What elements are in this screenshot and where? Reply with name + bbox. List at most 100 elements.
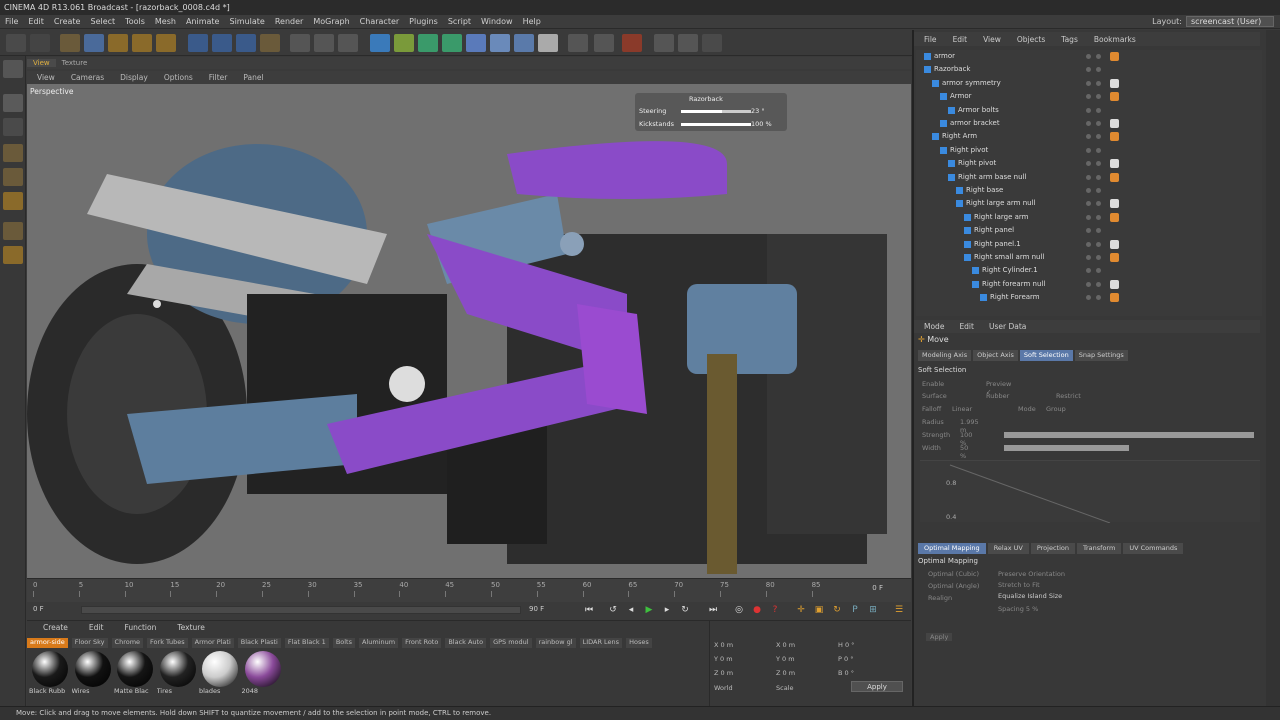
object-name[interactable]: armor [934,50,955,63]
timeline-menu-icon[interactable]: ☰ [892,603,906,617]
object-name[interactable]: armor bracket [950,117,1000,130]
spline-icon[interactable] [394,34,414,52]
y-axis-icon[interactable] [212,34,232,52]
record-keys-icon[interactable]: ◎ [732,603,746,617]
rotate-icon[interactable] [132,34,152,52]
uv-apply-button[interactable]: Apply [926,633,953,641]
visibility-render-dot[interactable] [1096,161,1101,167]
plugin-icon[interactable] [678,34,698,52]
pla-key-icon[interactable]: ⊞ [866,603,880,617]
object-tag-icon[interactable] [1110,253,1119,262]
object-tag-icon[interactable] [1110,212,1119,222]
vp-menu-options[interactable]: Options [154,73,199,82]
object-tag-icon[interactable] [1110,132,1119,142]
visibility-render-dot[interactable] [1096,174,1101,180]
coord-row-x[interactable]: X 0 m X 0 m H 0 ° [714,641,900,649]
obj-menu-tags[interactable]: Tags [1051,35,1084,44]
edges-mode-icon[interactable] [3,168,23,186]
menu-character[interactable]: Character [355,17,405,26]
attr-menu-userdata[interactable]: User Data [979,322,1031,331]
menu-render[interactable]: Render [270,17,308,26]
surface-row[interactable]: Surface Rubber Restrict [922,392,1081,400]
coord-rot-h[interactable]: H 0 ° [838,641,900,649]
object-tree-row[interactable]: armor symmetry [916,77,1262,90]
rotation-key-icon[interactable]: ↻ [830,603,844,617]
object-tree-row[interactable]: Right large arm [916,211,1262,224]
menu-edit[interactable]: Edit [23,17,49,26]
obj-menu-edit[interactable]: Edit [943,35,974,44]
material-swatch[interactable]: Matte Blac [114,651,156,699]
material-swatch[interactable]: Black Rubb [29,651,71,699]
object-name[interactable]: Right small arm null [974,251,1044,264]
floor-icon[interactable] [490,34,510,52]
param-key-icon[interactable]: P [848,603,862,617]
mat-menu-edit[interactable]: Edit [73,623,109,635]
enable-row[interactable]: Enable Preview ✓ [922,380,1011,396]
coord-rot-p[interactable]: P 0 ° [838,655,900,663]
make-editable-icon[interactable] [3,60,23,78]
3d-viewport[interactable]: Perspective Razorback Steering 23 ° Kick… [27,84,911,578]
optimal-cubic-radio[interactable]: Optimal (Cubic) [928,570,979,578]
width-field[interactable]: 50 % [960,444,968,460]
object-tree-row[interactable]: Right large arm null [916,197,1262,210]
object-tree-row[interactable]: Right pivot [916,144,1262,157]
visibility-editor-dot[interactable] [1086,268,1091,274]
visibility-editor-dot[interactable] [1086,201,1091,207]
falloff-graph[interactable]: 0.8 0.4 [920,460,1260,523]
object-tag-icon[interactable] [1110,239,1119,249]
material-tab[interactable]: Floor Sky [71,638,108,648]
visibility-editor-dot[interactable] [1086,147,1091,153]
material-tab[interactable]: GPS modul [490,638,532,648]
object-name[interactable]: Right large arm [974,211,1029,224]
mat-menu-function[interactable]: Function [108,623,161,635]
object-name[interactable]: Armor bolts [958,104,999,117]
visibility-render-dot[interactable] [1096,134,1101,140]
material-tab[interactable]: armor-side [27,638,68,648]
prev-key-icon[interactable]: ↺ [606,603,620,617]
tab-snap-settings[interactable]: Snap Settings [1074,350,1128,361]
nurbs-icon[interactable] [418,34,438,52]
tab-texture[interactable]: Texture [56,59,94,67]
side-panel-tabs[interactable] [1266,30,1280,706]
go-to-start-icon[interactable]: ⏮ [582,603,596,617]
visibility-editor-dot[interactable] [1086,134,1091,140]
start-frame-field[interactable]: 0 F [33,605,77,615]
material-tab[interactable]: Flat Black 1 [284,638,329,648]
move-icon[interactable] [84,34,104,52]
material-swatch[interactable]: 2048 [242,651,284,699]
layout-dropdown[interactable]: screencast (User) [1186,16,1274,27]
visibility-editor-dot[interactable] [1086,295,1091,301]
object-name[interactable]: Right Forearm [990,291,1040,304]
object-name[interactable]: Right panel [974,224,1014,237]
menu-create[interactable]: Create [49,17,86,26]
visibility-render-dot[interactable] [1096,214,1101,220]
last-tool-icon[interactable] [156,34,176,52]
autokey-icon[interactable]: ● [750,603,764,617]
next-frame-icon[interactable]: ▸ [660,603,674,617]
obj-menu-file[interactable]: File [914,35,943,44]
coord-size-y[interactable]: Y 0 m [776,655,838,663]
object-name[interactable]: Right Cylinder.1 [982,264,1038,277]
render-view-icon[interactable] [290,34,310,52]
coord-apply-button[interactable]: Apply [851,681,903,692]
array-icon[interactable] [442,34,462,52]
coord-pos-x[interactable]: X 0 m [714,641,776,649]
menu-help[interactable]: Help [518,17,546,26]
material-tab[interactable]: LIDAR Lens [579,638,623,648]
coord-size-x[interactable]: X 0 m [776,641,838,649]
material-tab[interactable]: Black Auto [445,638,487,648]
object-tag-icon[interactable] [1110,199,1119,209]
object-tree-row[interactable]: Right pivot [916,157,1262,170]
tab-soft-selection[interactable]: Soft Selection [1019,350,1073,361]
material-tab[interactable]: Front Roto [402,638,442,648]
tab-uv-commands[interactable]: UV Commands [1123,543,1184,554]
play-icon[interactable]: ▶ [642,603,656,617]
script-icon[interactable] [654,34,674,52]
vp-menu-panel[interactable]: Panel [233,73,269,82]
light-icon[interactable] [538,34,558,52]
visibility-render-dot[interactable] [1096,188,1101,193]
object-name[interactable]: Right arm base null [958,171,1026,184]
coord-rot-b[interactable]: B 0 ° [838,669,900,677]
visibility-editor-dot[interactable] [1086,255,1091,260]
object-tag-icon[interactable] [1110,172,1119,182]
